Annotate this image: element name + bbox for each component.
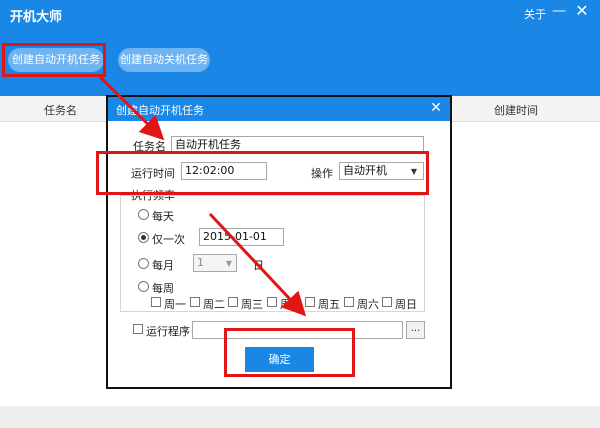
annotation-arrow-2 <box>208 212 307 317</box>
annotation-arrow-1 <box>98 75 165 141</box>
annotation-arrows <box>98 75 307 317</box>
